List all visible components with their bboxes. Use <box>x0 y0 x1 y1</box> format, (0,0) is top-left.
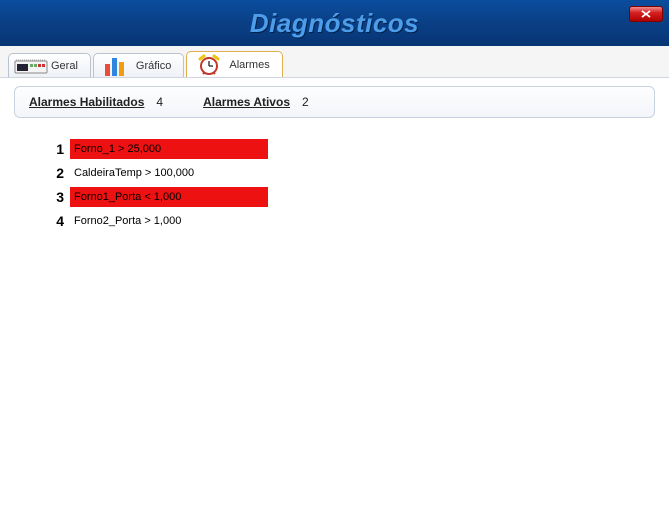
tab-strip: Geral Gráfico Alarmes <box>0 46 669 78</box>
tab-grafico[interactable]: Gráfico <box>93 53 184 77</box>
alarm-row: 2 CaldeiraTemp > 100,000 <box>42 162 655 184</box>
tab-label: Geral <box>51 60 78 72</box>
tab-label: Alarmes <box>229 59 269 71</box>
alarm-cell[interactable]: CaldeiraTemp > 100,000 <box>70 163 270 183</box>
alarm-row: 3 Forno1_Porta < 1,000 <box>42 186 655 208</box>
alarm-row: 1 Forno_1 > 25,000 <box>42 138 655 160</box>
alarm-cell[interactable]: Forno1_Porta < 1,000 <box>70 187 270 207</box>
alarm-index: 2 <box>42 165 64 181</box>
enabled-count: 4 <box>156 95 163 109</box>
content-area: Alarmes Habilitados 4 Alarmes Ativos 2 1… <box>0 78 669 522</box>
tab-geral[interactable]: Geral <box>8 53 91 77</box>
titlebar: Diagnósticos <box>0 0 669 46</box>
tab-label: Gráfico <box>136 60 171 72</box>
active-count: 2 <box>302 95 309 109</box>
alarm-cell[interactable]: Forno_1 > 25,000 <box>70 139 270 159</box>
summary-enabled: Alarmes Habilitados 4 <box>29 95 163 109</box>
alarm-list: 1 Forno_1 > 25,000 2 CaldeiraTemp > 100,… <box>14 138 655 232</box>
alarm-index: 3 <box>42 189 64 205</box>
enabled-label: Alarmes Habilitados <box>29 95 144 109</box>
alarm-clock-icon <box>191 54 227 76</box>
tab-alarmes[interactable]: Alarmes <box>186 51 282 77</box>
alarm-index: 1 <box>42 141 64 157</box>
close-icon <box>640 10 652 18</box>
summary-active: Alarmes Ativos 2 <box>203 95 309 109</box>
active-label: Alarmes Ativos <box>203 95 290 109</box>
alarm-row: 4 Forno2_Porta > 1,000 <box>42 210 655 232</box>
alarm-cell[interactable]: Forno2_Porta > 1,000 <box>70 211 270 231</box>
close-button[interactable] <box>629 6 663 22</box>
device-icon <box>13 55 49 77</box>
alarm-index: 4 <box>42 213 64 229</box>
window-title: Diagnósticos <box>250 8 419 39</box>
summary-bar: Alarmes Habilitados 4 Alarmes Ativos 2 <box>14 86 655 118</box>
chart-icon <box>98 55 134 77</box>
